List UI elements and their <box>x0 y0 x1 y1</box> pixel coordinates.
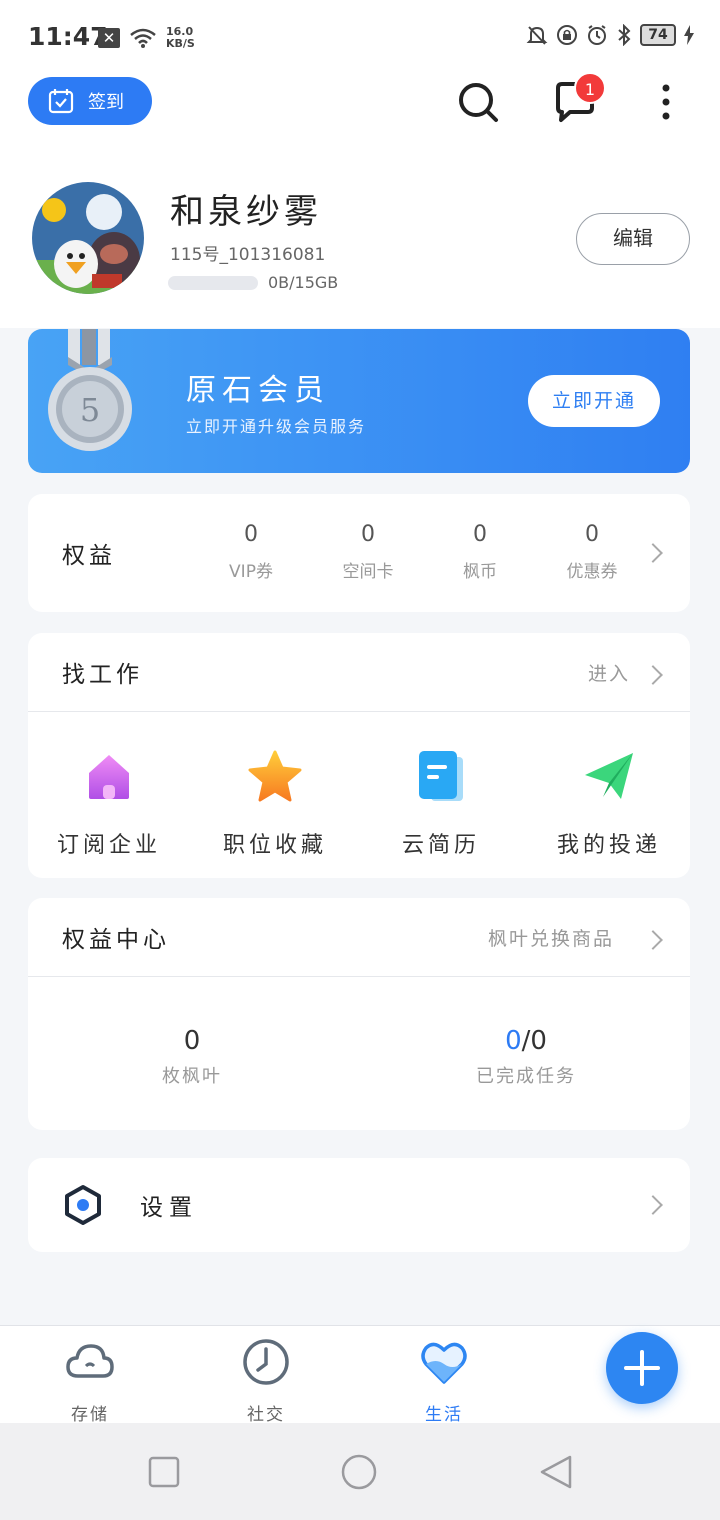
wifi-icon <box>130 28 156 48</box>
benefit-maple-coin[interactable]: 0 枫币 <box>435 522 525 582</box>
settings-label: 设置 <box>140 1195 198 1221</box>
notification-badge: 1 <box>574 72 606 104</box>
star-icon <box>248 750 302 802</box>
system-navigation-bar <box>0 1423 720 1520</box>
job-cloud-resume[interactable]: 云简历 <box>366 749 516 859</box>
nav-social[interactable]: 社交 <box>216 1336 316 1425</box>
status-time: 11:47 <box>28 22 108 51</box>
avatar[interactable] <box>32 182 144 294</box>
lock-rotation-icon <box>557 25 577 45</box>
checkin-label: 签到 <box>88 92 124 113</box>
alarm-icon <box>588 25 606 45</box>
divider <box>28 976 690 977</box>
edit-profile-button[interactable]: 编辑 <box>576 213 690 265</box>
bottom-navigation: 存储 社交 生活 <box>0 1325 720 1425</box>
bell-muted-icon <box>526 26 548 45</box>
vip-subtitle: 立即开通升级会员服务 <box>186 417 367 436</box>
status-left-icons: ✕ 16.0 KB/S <box>98 26 195 50</box>
vip-membership-card[interactable]: 5 原石会员 立即开通升级会员服务 立即开通 <box>28 329 690 473</box>
job-subscribe-company[interactable]: 订阅企业 <box>34 749 184 859</box>
maple-leaves-count[interactable]: 0 枚枫叶 <box>92 1026 292 1088</box>
jobs-title: 找工作 <box>62 662 143 688</box>
bluetooth-icon <box>618 24 631 46</box>
divider <box>28 711 690 712</box>
medal-number: 5 <box>80 391 100 429</box>
home-icon[interactable] <box>340 1453 378 1491</box>
benefit-space-card[interactable]: 0 空间卡 <box>323 522 413 582</box>
heart-icon <box>421 1342 467 1384</box>
chevron-right-icon <box>643 1195 663 1215</box>
storage-progress-bar <box>168 276 258 290</box>
storage-usage: 0B/15GB <box>268 273 339 292</box>
benefits-card[interactable]: 权益 0 VIP券 0 空间卡 0 枫币 0 优惠券 <box>28 494 690 612</box>
user-id: 115号_101316081 <box>170 245 326 265</box>
chevron-right-icon <box>643 665 663 685</box>
profile-header: 签到 1 和泉纱雾 115号_101316081 0B/15GB 编辑 <box>0 72 720 328</box>
clock-icon <box>243 1339 289 1385</box>
cloud-icon <box>66 1344 114 1378</box>
paper-plane-icon <box>585 753 633 799</box>
close-notification-icon: ✕ <box>98 28 120 48</box>
exchange-goods-link[interactable]: 枫叶兑换商品 <box>488 924 614 951</box>
document-icon <box>419 751 463 801</box>
recent-apps-icon[interactable] <box>148 1456 180 1488</box>
chevron-right-icon <box>643 543 663 563</box>
vip-activate-button[interactable]: 立即开通 <box>528 375 660 427</box>
checkin-button[interactable]: 签到 <box>28 77 152 125</box>
job-favorites[interactable]: 职位收藏 <box>200 749 350 859</box>
benefit-discount-coupon[interactable]: 0 优惠券 <box>547 522 637 582</box>
job-my-applications[interactable]: 我的投递 <box>534 749 684 859</box>
benefits-title: 权益 <box>62 543 116 569</box>
house-icon <box>89 755 129 799</box>
chevron-right-icon <box>643 930 663 950</box>
status-bar: 11:47 ✕ 16.0 KB/S 74 <box>0 0 720 72</box>
search-icon[interactable] <box>456 80 500 124</box>
rights-center-title: 权益中心 <box>62 927 170 953</box>
nav-life[interactable]: 生活 <box>394 1336 494 1425</box>
charging-icon <box>684 25 694 45</box>
settings-icon <box>65 1185 101 1225</box>
network-speed: 16.0 KB/S <box>166 25 195 50</box>
plus-icon <box>624 1350 660 1386</box>
vip-title: 原石会员 <box>186 373 330 408</box>
completed-tasks[interactable]: 0/0 已完成任务 <box>426 1026 626 1088</box>
settings-row[interactable]: 设置 <box>28 1158 690 1252</box>
silver-medal-icon: 5 <box>48 329 132 451</box>
status-right-icons: 74 <box>526 24 694 46</box>
avatar-image <box>32 182 144 294</box>
battery-indicator: 74 <box>640 24 676 46</box>
jobs-enter-link[interactable]: 进入 <box>588 659 630 686</box>
add-button[interactable] <box>606 1332 678 1404</box>
jobs-card: 找工作 进入 订阅企业 职位收藏 云简历 我的投递 <box>28 633 690 878</box>
benefit-vip-coupon[interactable]: 0 VIP券 <box>206 522 296 582</box>
nav-storage[interactable]: 存储 <box>40 1336 140 1425</box>
user-name: 和泉纱雾 <box>170 192 322 232</box>
more-options-icon[interactable] <box>644 80 688 124</box>
back-icon[interactable] <box>538 1453 574 1491</box>
calendar-check-icon <box>48 89 74 114</box>
rights-center-card: 权益中心 枫叶兑换商品 0 枚枫叶 0/0 已完成任务 <box>28 898 690 1130</box>
